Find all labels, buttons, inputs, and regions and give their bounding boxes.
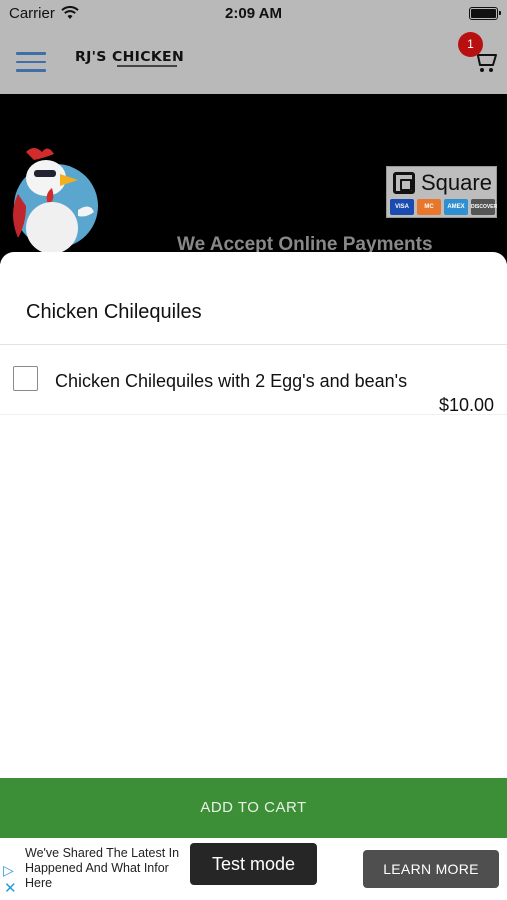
brand-logo-text: RJ'S CHICKEN (75, 50, 185, 65)
status-bar: Carrier 2:09 AM (0, 0, 507, 28)
discover-card: DISCOVER (471, 199, 497, 215)
option-price: $10.00 (438, 395, 494, 415)
clock: 2:09 AM (225, 5, 282, 22)
ad-banner: ▷ ✕ We've Shared The Latest In Happened … (0, 838, 507, 900)
sheet-title: Chicken Chilequiles (26, 301, 202, 323)
ad-text-line: We've Shared The Latest In (25, 846, 180, 860)
ad-choices-icon[interactable]: ▷ (3, 862, 14, 879)
visa-card: VISA (390, 199, 414, 215)
ad-text-line: Here (25, 876, 53, 890)
square-label: Square (421, 170, 492, 195)
square-payment-badge: Square VISA MC AMEX DISCOVER (386, 166, 497, 218)
brand-logo: RJ'S CHICKEN (75, 50, 185, 72)
option-name: Chicken Chilequiles with 2 Egg's and bea… (55, 371, 408, 391)
square-logo-icon (393, 172, 415, 194)
hamburger-menu-icon[interactable] (16, 52, 46, 72)
logo-underline (117, 65, 177, 67)
item-options-sheet: Chicken Chilequiles Chicken Chilequiles … (0, 252, 507, 778)
cart-count-badge: 1 (458, 32, 483, 57)
mastercard-card: MC (417, 199, 441, 215)
hero-banner: Square VISA MC AMEX DISCOVER We Accept O… (0, 94, 507, 264)
ad-text-line: Happened And What Infor (25, 861, 169, 875)
ad-text: We've Shared The Latest In Happened And … (25, 846, 195, 891)
learn-more-button[interactable]: LEARN MORE (363, 850, 499, 888)
payment-cards: VISA MC AMEX DISCOVER (390, 199, 497, 215)
option-row[interactable]: Chicken Chilequiles with 2 Egg's and bea… (0, 345, 507, 415)
option-checkbox[interactable] (13, 366, 38, 391)
rooster-mascot-image (13, 148, 98, 254)
close-icon[interactable]: ✕ (4, 879, 17, 897)
test-mode-label: Test mode (190, 843, 317, 885)
app-bar: RJ'S CHICKEN 1 (0, 28, 507, 94)
battery-icon (469, 7, 501, 20)
amex-card: AMEX (444, 199, 468, 215)
add-to-cart-button[interactable]: ADD TO CART (0, 778, 507, 838)
